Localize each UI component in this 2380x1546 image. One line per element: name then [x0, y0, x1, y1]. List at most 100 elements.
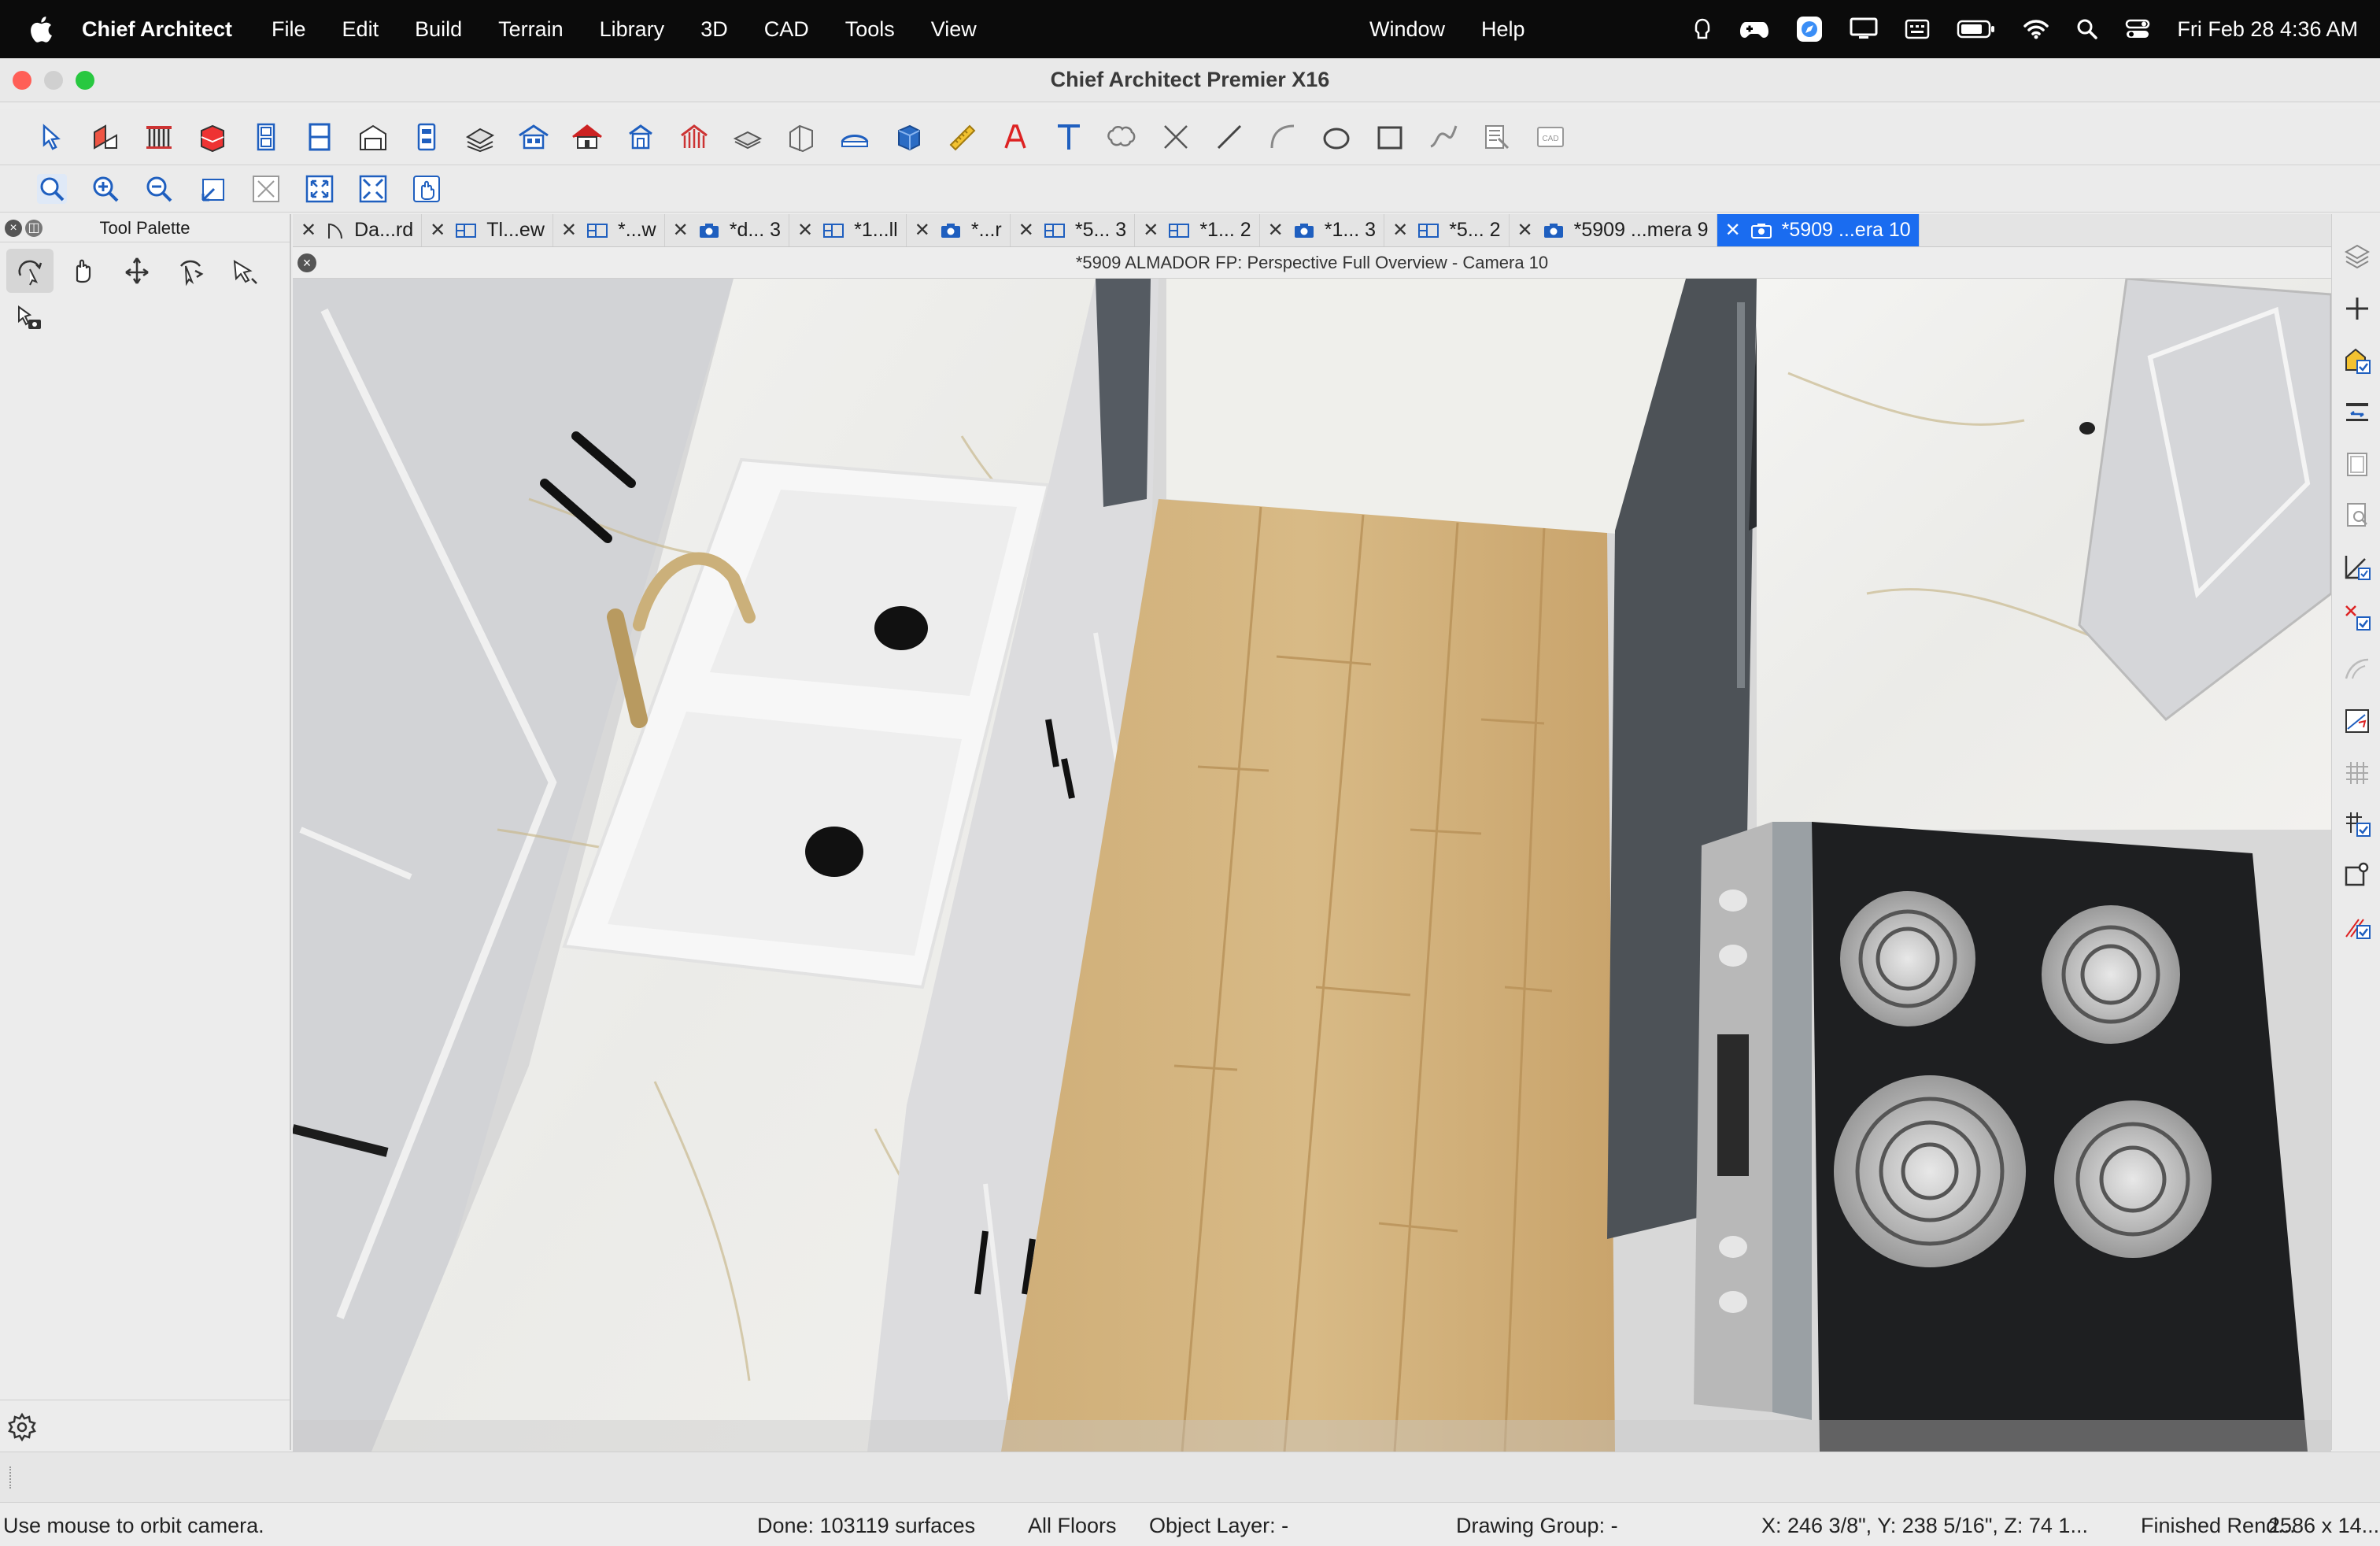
3d-viewport[interactable] — [293, 279, 2331, 1452]
battery-icon[interactable] — [1957, 19, 1996, 39]
point-camera-icon[interactable] — [220, 249, 268, 293]
pan-camera-icon[interactable] — [60, 249, 107, 293]
full-screen-button[interactable] — [346, 167, 400, 211]
view-tab[interactable]: ✕ *1... 2 — [1135, 214, 1260, 246]
menu-window[interactable]: Window — [1369, 17, 1445, 42]
room-tool-button[interactable] — [346, 115, 400, 159]
view-tab[interactable]: ✕ *5... 2 — [1384, 214, 1510, 246]
pen-status-icon[interactable] — [1692, 17, 1713, 41]
horizontal-scrollbar[interactable] — [0, 1452, 2380, 1502]
cabinet-tool-button[interactable] — [186, 115, 239, 159]
door-tool-button[interactable] — [239, 115, 293, 159]
zoom-in-button[interactable] — [79, 167, 132, 211]
auto-rebuild-icon[interactable] — [2340, 907, 2374, 945]
move-camera-icon[interactable] — [113, 249, 161, 293]
close-view-icon[interactable]: × — [298, 253, 316, 272]
control-center-icon[interactable] — [2125, 18, 2150, 40]
dimension-tool-button[interactable] — [935, 115, 989, 159]
app-menu[interactable]: Chief Architect — [82, 17, 232, 42]
close-palette-icon[interactable]: × — [5, 220, 22, 237]
view-tab[interactable]: ✕ *...r — [907, 214, 1011, 246]
menu-3d[interactable]: 3D — [700, 17, 728, 42]
snap-angle-icon[interactable] — [2340, 548, 2374, 586]
zoom-tool-button[interactable] — [25, 167, 79, 211]
close-tab-icon[interactable]: ✕ — [797, 219, 813, 242]
minimize-window-button[interactable] — [44, 71, 63, 90]
menu-build[interactable]: Build — [415, 17, 462, 42]
close-tab-icon[interactable]: ✕ — [915, 219, 930, 242]
roof-tool-button[interactable] — [507, 115, 560, 159]
spotlight-search-icon[interactable] — [2076, 18, 2098, 40]
close-tab-icon[interactable]: ✕ — [561, 219, 577, 242]
material-list-button[interactable] — [1470, 115, 1524, 159]
revision-cloud-button[interactable] — [1096, 115, 1149, 159]
palette-settings-gear-icon[interactable] — [6, 1411, 38, 1443]
view-tab[interactable]: ✕ *1... 3 — [1260, 214, 1385, 246]
menu-tools[interactable]: Tools — [845, 17, 895, 42]
zoom-window-button[interactable] — [76, 71, 94, 90]
spline-tool-button[interactable] — [1417, 115, 1470, 159]
menu-library[interactable]: Library — [600, 17, 665, 42]
slab-tool-button[interactable] — [721, 115, 774, 159]
zoom-out-button[interactable] — [132, 167, 186, 211]
close-tab-icon[interactable]: ✕ — [1018, 219, 1034, 242]
close-tab-icon[interactable]: ✕ — [1143, 219, 1159, 242]
keyboard-icon[interactable] — [1905, 18, 1930, 40]
wall-tool-button[interactable] — [79, 115, 132, 159]
arc-snap-icon[interactable] — [2340, 650, 2374, 688]
menu-terrain[interactable]: Terrain — [498, 17, 564, 42]
building-tool-button[interactable] — [614, 115, 667, 159]
apple-icon[interactable] — [0, 16, 82, 43]
camera-settings-icon[interactable] — [6, 296, 54, 340]
line-tool-button[interactable] — [1203, 115, 1256, 159]
wifi-icon[interactable] — [2023, 18, 2049, 40]
undo-zoom-button[interactable] — [186, 167, 239, 211]
grid-snap-icon[interactable] — [2340, 702, 2374, 740]
view-tab[interactable]: ✕ *1...ll — [789, 214, 907, 246]
view-tab-active[interactable]: ✕ *5909 ...era 10 — [1717, 214, 1920, 246]
text-tool-button[interactable] — [1042, 115, 1096, 159]
detach-palette-icon[interactable]: ◫ — [25, 220, 42, 237]
close-tab-icon[interactable]: ✕ — [1268, 219, 1284, 242]
reference-grid-icon[interactable] — [2340, 754, 2374, 792]
pan-tool-button[interactable] — [400, 167, 453, 211]
gamepad-icon[interactable] — [1739, 19, 1769, 39]
view-tab[interactable]: ✕ Tl...ew — [422, 214, 553, 246]
window-view-icon[interactable] — [2340, 446, 2374, 483]
layers-icon[interactable] — [2340, 236, 2374, 274]
close-tab-icon[interactable]: ✕ — [1392, 219, 1408, 242]
ceiling-tool-button[interactable] — [828, 115, 881, 159]
view-tab[interactable]: ✕ *...w — [553, 214, 665, 246]
text-style-button[interactable] — [989, 115, 1042, 159]
menu-edit[interactable]: Edit — [342, 17, 379, 42]
view-tab[interactable]: ✕ *5909 ...mera 9 — [1510, 214, 1717, 246]
window-tool-button[interactable] — [293, 115, 346, 159]
framing-tool-button[interactable] — [667, 115, 721, 159]
toggle-view-icon[interactable] — [2340, 392, 2374, 430]
cad-block-button[interactable]: CAD — [1524, 115, 1577, 159]
view-tab[interactable]: ✕ *d... 3 — [665, 214, 790, 246]
column-tool-button[interactable] — [400, 115, 453, 159]
close-tab-icon[interactable]: ✕ — [301, 219, 316, 242]
arc-tool-button[interactable] — [1256, 115, 1310, 159]
close-tab-icon[interactable]: ✕ — [1517, 219, 1533, 242]
grid-check-icon[interactable] — [2340, 804, 2374, 842]
menu-view[interactable]: View — [931, 17, 977, 42]
shape-tool-button[interactable] — [774, 115, 828, 159]
circle-tool-button[interactable] — [1310, 115, 1363, 159]
view-tab[interactable]: ✕ *5... 3 — [1011, 214, 1136, 246]
menu-cad[interactable]: CAD — [764, 17, 809, 42]
add-icon[interactable] — [2340, 290, 2374, 327]
menu-file[interactable]: File — [272, 17, 306, 42]
orbit-camera-icon[interactable] — [6, 249, 54, 293]
delete-tool-button[interactable] — [1149, 115, 1203, 159]
fill-window-building-button[interactable] — [293, 167, 346, 211]
view-tab[interactable]: ✕ Da...rd — [293, 214, 423, 246]
railing-tool-button[interactable] — [132, 115, 186, 159]
object-snap-icon[interactable] — [2340, 598, 2374, 636]
close-tab-icon[interactable]: ✕ — [430, 219, 445, 242]
print-preview-icon[interactable] — [2340, 496, 2374, 534]
close-window-button[interactable] — [13, 71, 31, 90]
clock[interactable]: Fri Feb 28 4:36 AM — [2177, 17, 2358, 42]
close-tab-icon[interactable]: ✕ — [673, 219, 689, 242]
